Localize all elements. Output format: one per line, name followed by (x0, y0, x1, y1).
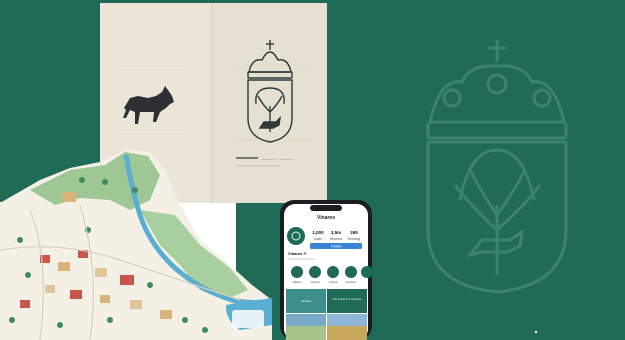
highlight-2-label: Turismo (310, 280, 320, 284)
stat-followers-value: 3,5m (331, 230, 341, 235)
highlight-5[interactable] (361, 266, 373, 278)
post-3-caption: Vinares (301, 299, 312, 303)
stat-posts-value: 1,000 (312, 230, 324, 235)
highlight-2[interactable] (309, 266, 321, 278)
decor-dot (534, 330, 538, 334)
scene: ———— · ———— Vinares 1,000 3,5m 265 posts… (0, 0, 625, 340)
highlight-1-label: Historia (293, 280, 302, 284)
phone: Vinares 1,000 3,5m 265 posts followers f… (280, 200, 373, 340)
stat-followers-label: followers (330, 237, 343, 241)
post-2[interactable] (327, 289, 367, 313)
profile-name: Vinares ® (288, 251, 306, 256)
highlight-4[interactable] (345, 266, 357, 278)
highlight-3[interactable] (327, 266, 339, 278)
post-2-caption: Ola turismo & Vinares (332, 297, 362, 301)
highlight-1[interactable] (291, 266, 303, 278)
stat-following-value: 265 (350, 230, 358, 235)
brochure-caption: ———— · ———— (262, 157, 294, 161)
stat-posts-label: posts (314, 237, 322, 241)
stat-following-label: following (348, 237, 361, 241)
profile-avatar[interactable] (287, 227, 305, 245)
follow-button-label: Follow (331, 245, 342, 249)
highlight-3-label: Cultura (329, 280, 338, 284)
highlight-4-label: Eventos (346, 280, 356, 284)
profile-handle: Vinares (317, 215, 335, 221)
